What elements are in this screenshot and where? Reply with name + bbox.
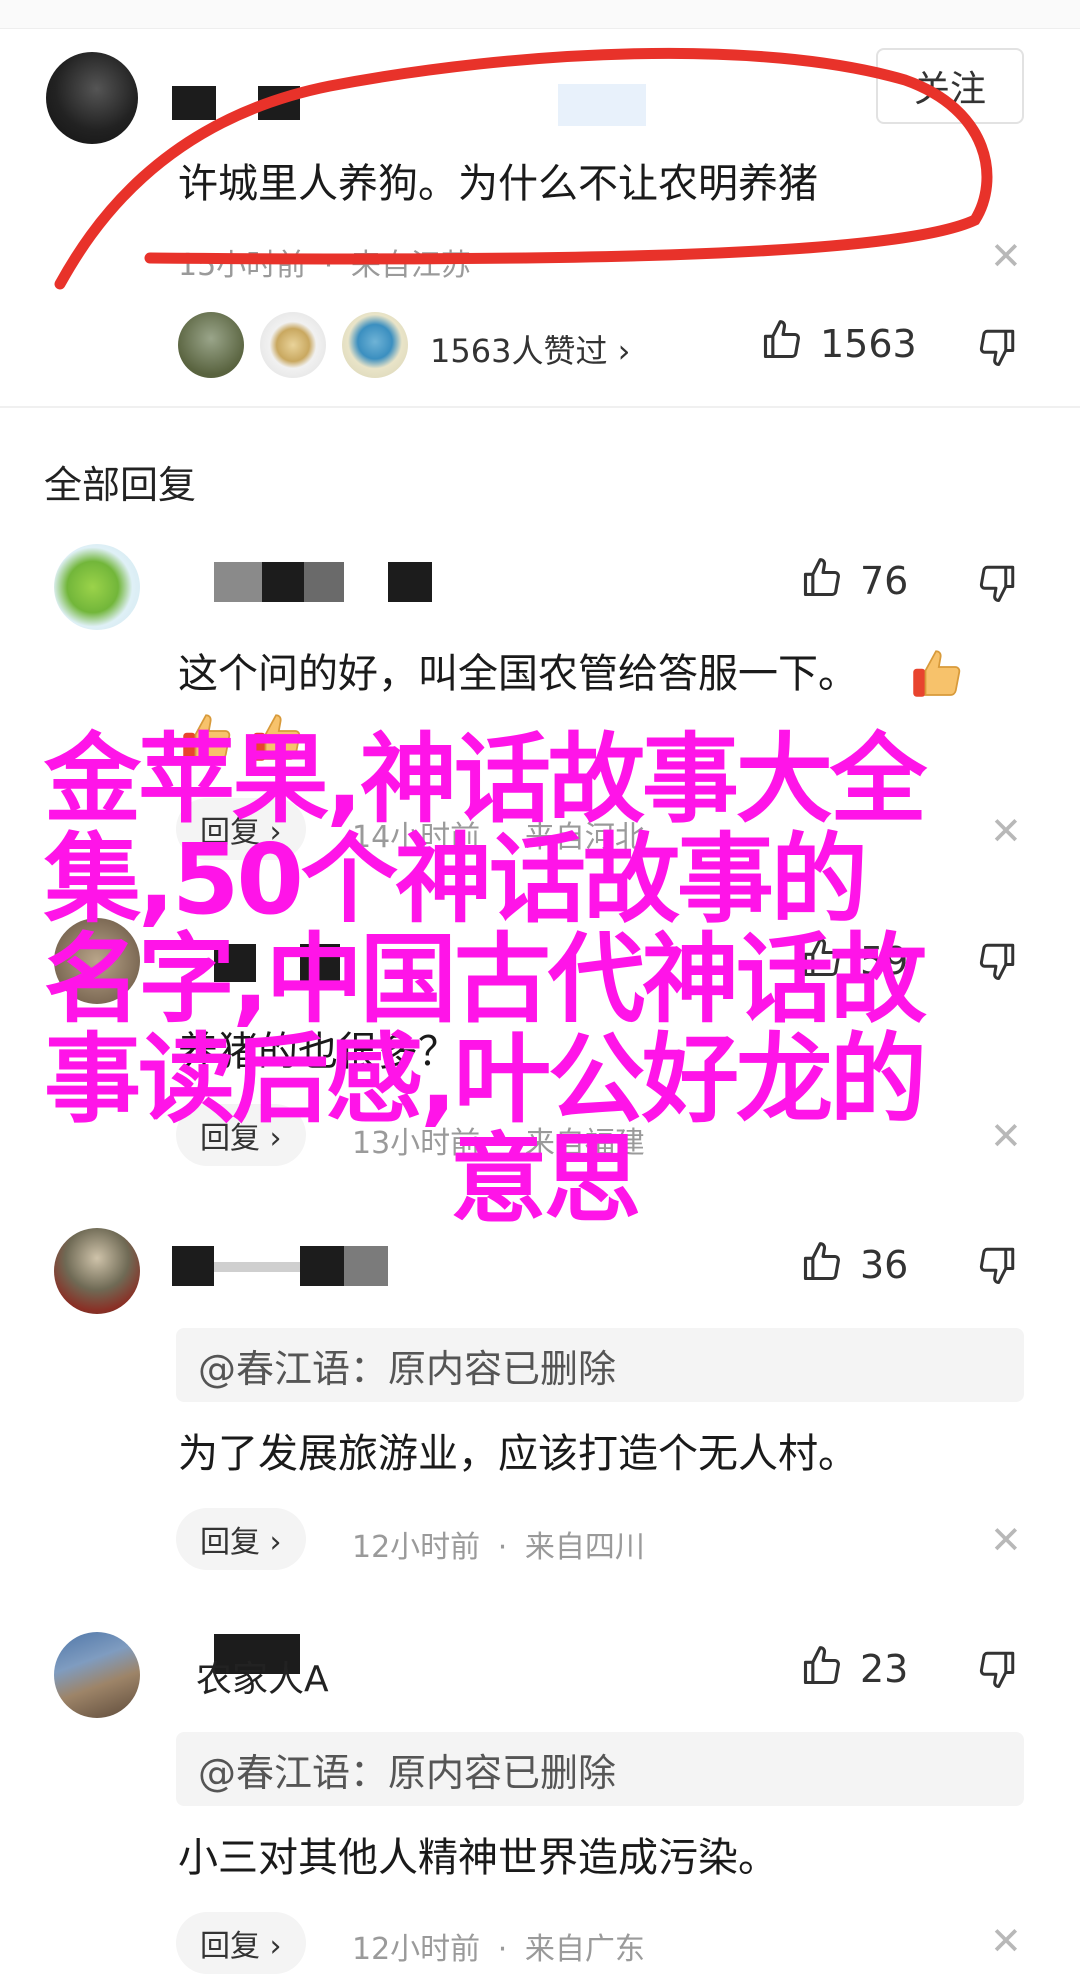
thumbs-up-emoji-icon — [913, 650, 961, 697]
reply-text: 为了发展旅游业，应该打造个无人村。 — [178, 1431, 858, 1477]
thumbs-up-icon[interactable] — [800, 556, 844, 600]
overlay-line: 名字,中国古代神话故 — [44, 923, 927, 1036]
reply-button[interactable]: 回复 › — [176, 1912, 306, 1974]
like-count: 1563 — [820, 322, 917, 366]
overlay-line: 事读后感,叶公好龙的 — [44, 1023, 927, 1136]
username-redaction — [344, 1246, 388, 1286]
quoted-comment[interactable]: @春江语：原内容已删除 — [176, 1328, 1024, 1402]
overlay-line: 金苹果,神话故事大全 — [44, 723, 927, 836]
meta-separator: · — [497, 1932, 508, 1967]
username-redaction — [300, 1246, 344, 1286]
thumbs-down-icon[interactable] — [976, 326, 1018, 368]
close-icon[interactable]: ✕ — [990, 1922, 1022, 1960]
thumbs-up-icon[interactable] — [800, 1644, 844, 1688]
liker-avatar[interactable] — [342, 312, 408, 378]
reply-username[interactable]: 农家人A — [196, 1650, 329, 1702]
username-redaction — [388, 562, 432, 602]
reply-meta: 12小时前 · 来自广东 — [352, 1924, 645, 1968]
reply-text: 这个问的好，叫全国农管给答服一下。 — [178, 651, 858, 697]
liker-avatar[interactable] — [178, 312, 244, 378]
section-title: 全部回复 — [44, 463, 197, 507]
overlay-line: 集,50个神话故事的 — [44, 823, 868, 936]
reply-meta: 12小时前 · 来自四川 — [352, 1522, 645, 1566]
comment-location: 来自广东 — [524, 1932, 645, 1967]
username-redaction — [214, 562, 262, 602]
username-redaction — [262, 562, 304, 602]
close-icon[interactable]: ✕ — [990, 1521, 1022, 1559]
overlay-caption: 金苹果,神话故事大全 集,50个神话故事的 名字,中国古代神话故 事读后感,叶公… — [44, 730, 1044, 1230]
comment-time: 12小时前 — [352, 1530, 481, 1565]
reply-avatar[interactable] — [54, 1632, 140, 1718]
like-count: 23 — [860, 1647, 909, 1691]
overlay-line: 意思 — [450, 1123, 641, 1236]
liker-avatar[interactable] — [260, 312, 326, 378]
thumbs-up-icon[interactable] — [760, 318, 804, 362]
section-divider — [0, 406, 1080, 408]
meta-separator: · — [497, 1530, 508, 1565]
like-count: 36 — [860, 1243, 909, 1287]
annotation-circle — [54, 47, 993, 290]
thumbs-down-icon[interactable] — [976, 1648, 1018, 1690]
reply-text: 小三对其他人精神世界造成污染。 — [178, 1835, 778, 1881]
reply-button[interactable]: 回复 › — [176, 1508, 306, 1570]
thumbs-up-icon[interactable] — [800, 1240, 844, 1284]
username-fragment — [214, 1262, 300, 1272]
quoted-comment[interactable]: @春江语：原内容已删除 — [176, 1732, 1024, 1806]
reply-avatar[interactable] — [54, 544, 140, 630]
username-redaction — [172, 1246, 214, 1286]
comment-location: 来自四川 — [524, 1530, 645, 1565]
comment-time: 12小时前 — [352, 1932, 481, 1967]
likers-link[interactable]: 1563人赞过 › — [430, 326, 630, 372]
thumbs-down-icon[interactable] — [976, 562, 1018, 604]
reply-avatar[interactable] — [54, 1228, 140, 1314]
like-count: 76 — [860, 559, 909, 603]
thumbs-down-icon[interactable] — [976, 1244, 1018, 1286]
username-redaction — [304, 562, 344, 602]
